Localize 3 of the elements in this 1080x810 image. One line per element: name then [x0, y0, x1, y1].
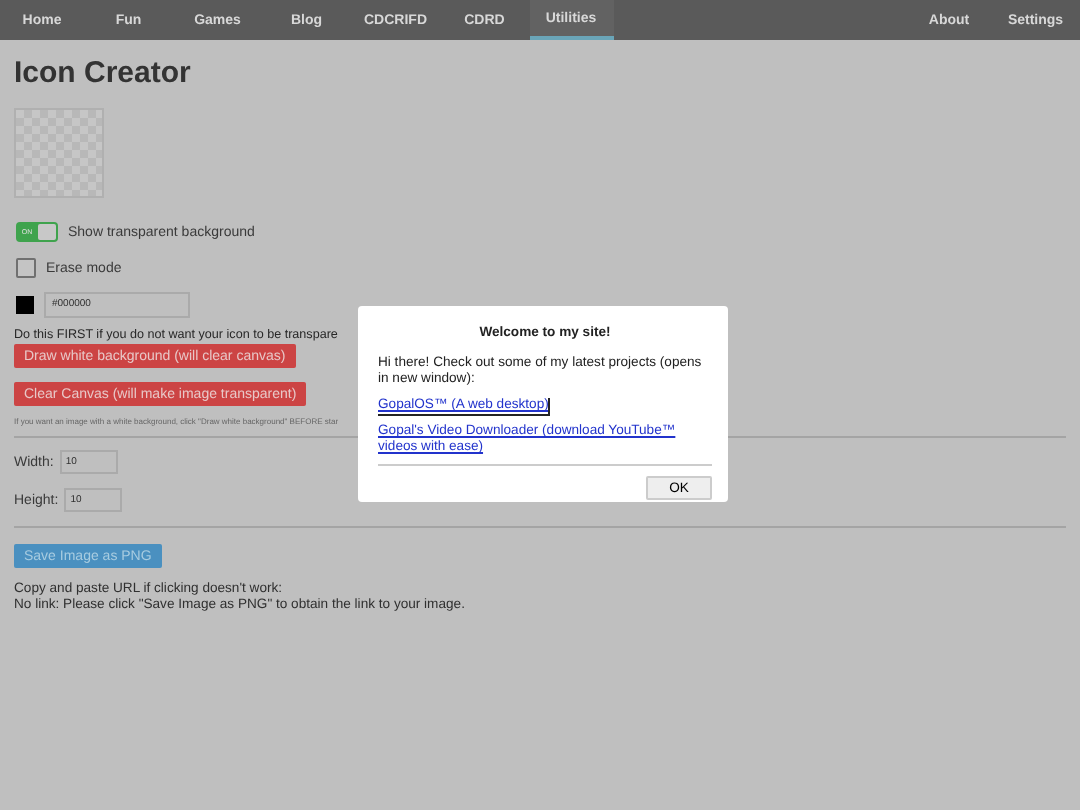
- color-swatch[interactable]: [16, 295, 34, 313]
- checkbox[interactable]: [16, 258, 36, 278]
- page-title: Icon Creator: [14, 56, 193, 90]
